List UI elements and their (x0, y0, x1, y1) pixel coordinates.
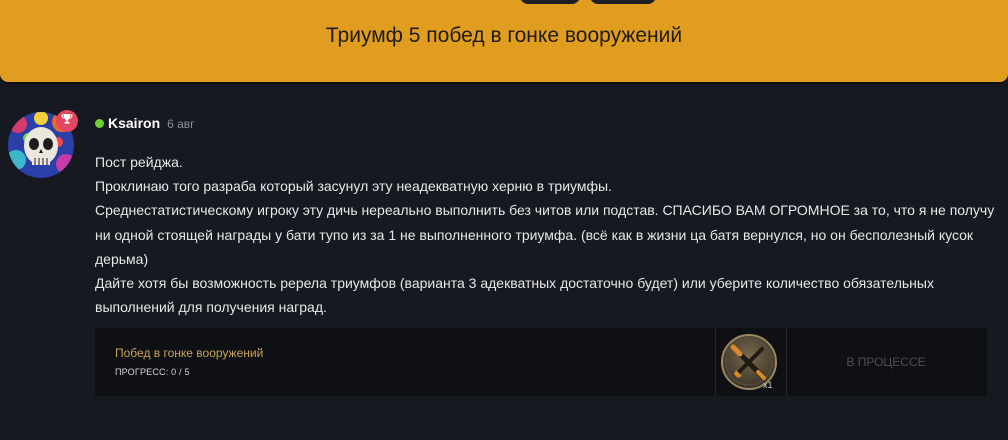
achievement-card[interactable]: Побед в гонке вооружений ПРОГРЕСС: 0 / 5 (95, 328, 987, 396)
trophy-badge (56, 110, 78, 132)
triumph-banner: Триумф 5 побед в гонке вооружений (0, 0, 1008, 82)
post-date[interactable]: 6 авг (167, 117, 194, 131)
post-body: Пост рейджа. Проклинаю того разраба кото… (95, 150, 995, 319)
achievement-icon-container (715, 328, 787, 396)
post-line: Пост рейджа. (95, 154, 183, 170)
post-line: Дайте хотя бы возможность ререла триумфо… (95, 275, 934, 316)
achievement-progress: ПРОГРЕСС: 0 / 5 (115, 367, 190, 377)
author-name[interactable]: Ksairon (108, 115, 160, 131)
banner-title: Триумф 5 побед в гонке вооружений (325, 24, 683, 47)
achievement-name: Побед в гонке вооружений (115, 346, 264, 360)
post-line: Проклинаю того разраба который засунул э… (95, 178, 612, 195)
banner-tab-button[interactable] (590, 0, 656, 4)
achievement-status: В ПРОЦЕССЕ (846, 355, 926, 369)
online-status-dot (95, 119, 104, 128)
banner-tab-button[interactable] (520, 0, 580, 4)
post-line: Среднестатистическому игроку эту дичь не… (95, 202, 995, 267)
achievement-multiplier: x1 (763, 380, 773, 390)
post-meta: Ksairon 6 авг (95, 115, 195, 131)
crossed-weapons-icon (716, 334, 786, 400)
trophy-icon (61, 112, 73, 130)
